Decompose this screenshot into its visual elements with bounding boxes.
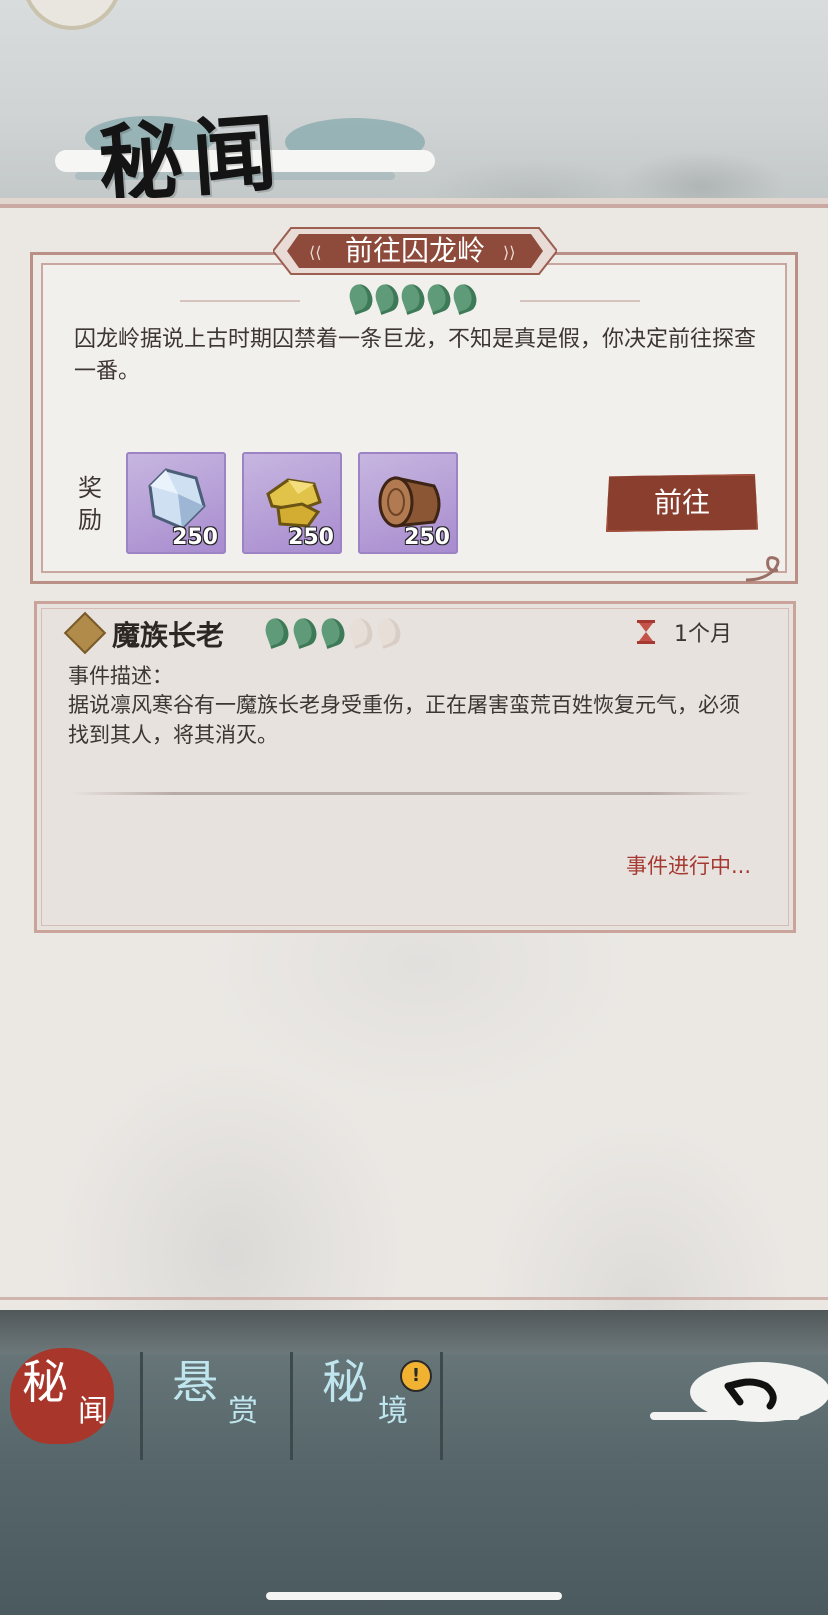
tab-separator [440,1352,443,1460]
tab-bounty[interactable]: 悬 赏 [150,1340,290,1450]
tab-label-main: 悬 [172,1355,218,1409]
difficulty-leaf-icon [345,281,377,315]
ongoing-event-title: 魔族长老 [112,619,225,652]
ongoing-event-description: 据说凛风寒谷有一魔族长老身受重伤，正在屠害蛮荒百姓恢复元气，必须找到其人，将其消… [68,693,740,747]
tab-label-sub: 境 [378,1394,408,1429]
reward-count: 250 [172,525,218,550]
difficulty-leaf-icon [371,281,403,315]
tab-label-sub: 赏 [228,1394,258,1429]
home-indicator[interactable] [266,1592,562,1600]
decorative-divider [180,300,300,302]
tab-separator [290,1352,293,1460]
event-title: 前往囚龙岭 [344,234,485,267]
go-button[interactable]: 前往 [606,474,758,532]
crystal-icon [148,468,206,530]
difficulty-leaf-icon [449,281,481,315]
tab-secret-news[interactable]: 秘 闻 [0,1340,140,1450]
tab-secret-realm[interactable]: 秘 境 [300,1340,440,1450]
event-status: 事件进行中... [626,854,752,878]
gold-ore-icon [266,478,322,528]
wood-log-icon [378,476,441,528]
alert-badge-icon: ! [400,1360,432,1392]
reward-item-crystal[interactable]: 250 [126,452,226,554]
reward-count: 250 [288,525,334,550]
hourglass-icon [637,620,655,644]
reward-label: 奖励 [78,474,102,534]
difficulty-leaf-icon [261,615,293,649]
corner-swirl-icon [745,556,780,582]
difficulty-leaf-icon [397,281,429,315]
reward-item-gold-ore[interactable]: 250 [242,452,342,554]
event-duration: 1个月 [674,622,732,647]
difficulty-leaf-icon [317,615,349,649]
difficulty-rating [345,281,481,315]
difficulty-leaf-icon [423,281,455,315]
tab-label-main: 秘 [322,1355,368,1409]
event-description: 囚龙岭据说上古时期囚禁着一条巨龙，不知是真是假，你决定前往探查一番。 [74,327,757,384]
panel-bottom-border [0,1297,828,1300]
tab-label-main: 秘 [22,1355,68,1409]
back-button[interactable] [650,1356,828,1436]
reward-count: 250 [404,525,450,550]
difficulty-leaf-icon [289,615,321,649]
tab-label-sub: 闻 [78,1394,108,1429]
header-mountain-art [408,60,828,200]
card-divider [72,792,752,795]
reward-item-wood[interactable]: 250 [358,452,458,554]
ongoing-difficulty-rating [261,615,405,649]
decorative-divider [520,300,640,302]
event-description-label: 事件描述： [68,664,173,688]
difficulty-leaf-empty-icon [345,615,377,649]
difficulty-leaf-empty-icon [373,615,405,649]
tab-separator [140,1352,143,1460]
